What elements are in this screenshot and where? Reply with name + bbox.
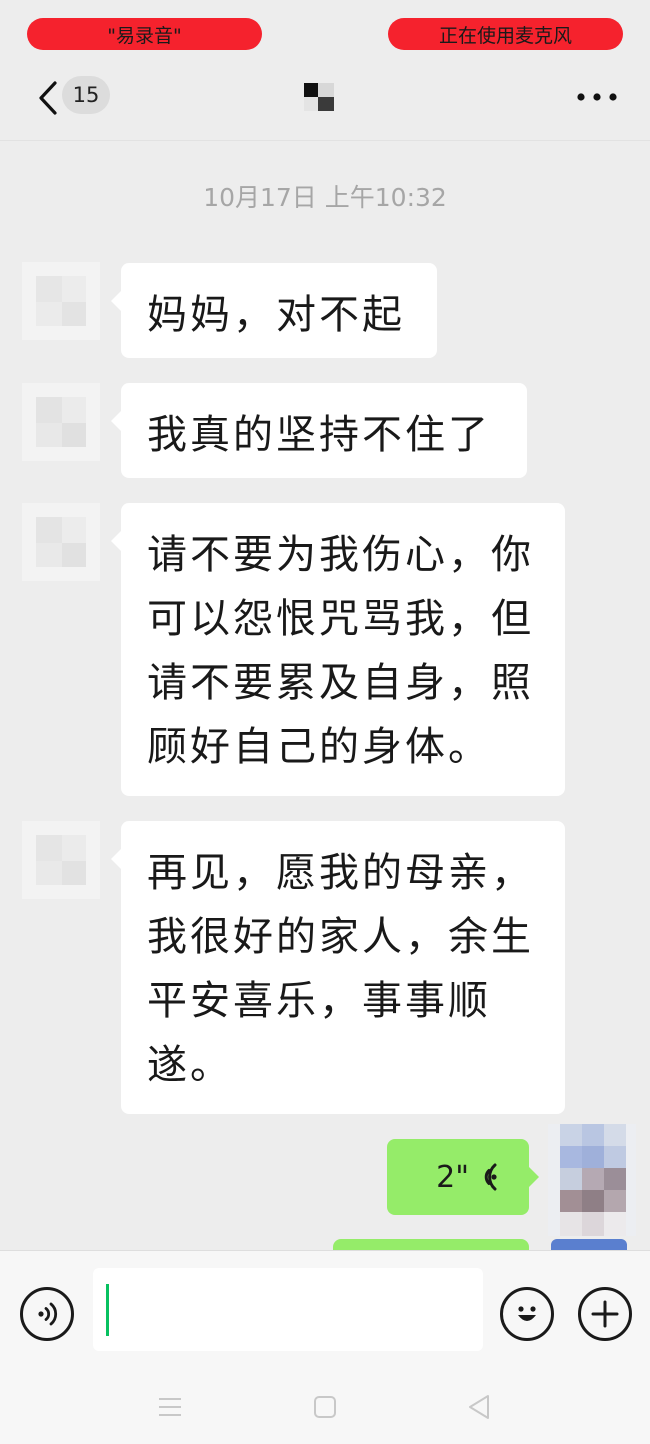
message-text-line: 可以怨恨咒骂我，但 [147,596,534,642]
plus-icon [591,1300,619,1328]
more-options-button[interactable] [574,80,620,114]
message-text: 妈妈，对不起 [147,292,405,338]
message-text: 我真的坚持不住了 [147,412,491,458]
header-divider [0,140,650,141]
message-text-line: 平安喜乐，事事顺 [147,978,491,1024]
emoji-icon [518,1306,536,1321]
message-input[interactable] [93,1268,483,1351]
nav-back-icon[interactable] [466,1394,492,1420]
emoji-button[interactable] [500,1287,554,1341]
chat-title-avatar-mosaic [304,83,334,111]
message-text-line: 再见，愿我的母亲， [147,850,534,896]
voice-duration: 2" [436,1159,469,1195]
contact-avatar[interactable] [22,262,100,340]
microphone-in-use-pill[interactable]: 正在使用麦克风 [388,18,623,50]
menu-icon[interactable] [158,1396,182,1418]
contact-avatar[interactable] [22,503,100,581]
message-bubble[interactable]: 请不要为我伤心，你 可以怨恨咒骂我，但 请不要累及自身，照 顾好自己的身体。 [111,503,565,796]
message-bubble[interactable]: 再见，愿我的母亲， 我很好的家人，余生 平安喜乐，事事顺 遂。 [111,821,565,1114]
voice-message-bubble[interactable]: 2" [387,1139,539,1215]
message-text-line: 请不要为我伤心，你 [147,532,534,578]
text-cursor [106,1284,109,1336]
voice-input-icon [38,1302,58,1326]
voice-input-button[interactable] [20,1287,74,1341]
more-dots-icon [577,93,617,101]
contact-avatar[interactable] [22,821,100,899]
recording-app-pill[interactable]: "易录音" [27,18,262,50]
home-icon[interactable] [314,1396,336,1418]
unread-count-badge[interactable]: 15 [62,76,110,114]
message-bubble[interactable]: 我真的坚持不住了 [111,383,527,478]
own-avatar[interactable] [548,1124,636,1236]
chevron-left-icon [39,81,57,115]
contact-avatar[interactable] [22,383,100,461]
message-text-line: 遂。 [147,1042,233,1088]
message-text-line: 请不要累及自身，照 [147,660,534,706]
more-features-button[interactable] [578,1287,632,1341]
message-text-line: 我很好的家人，余生 [147,914,534,960]
voice-wave-icon [484,1163,497,1191]
message-bubble[interactable]: 妈妈，对不起 [111,263,437,358]
message-timestamp: 10月17日 上午10:32 [203,183,447,212]
message-text-line: 顾好自己的身体。 [147,724,491,770]
